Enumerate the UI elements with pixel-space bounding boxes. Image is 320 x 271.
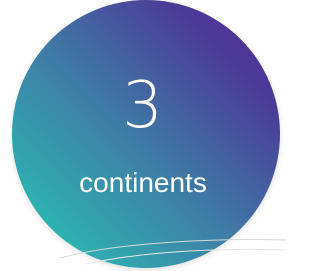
stat-card: 3 continents	[0, 0, 286, 271]
stat-number: 3	[122, 69, 164, 143]
stat-label: continents	[79, 167, 207, 198]
